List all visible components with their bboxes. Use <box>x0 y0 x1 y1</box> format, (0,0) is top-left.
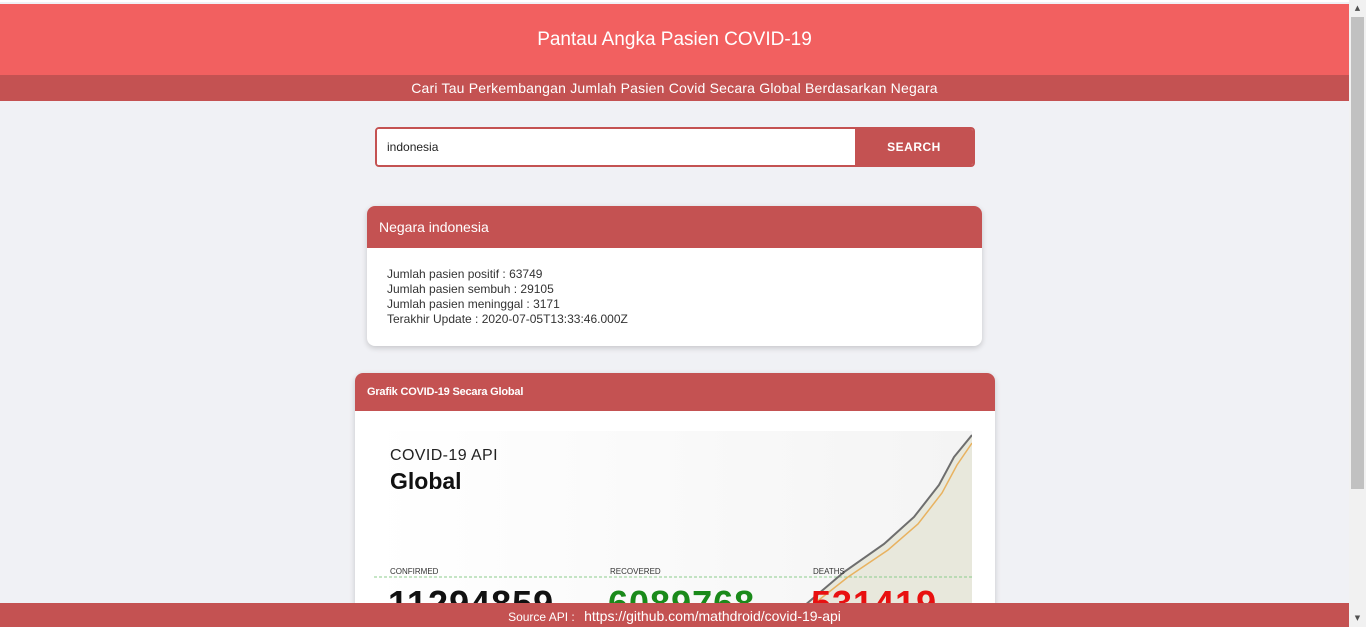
page-title: Pantau Angka Pasien COVID-19 <box>0 4 1349 75</box>
scroll-down-icon[interactable]: ▼ <box>1349 610 1366 627</box>
recovered-count: Jumlah pasien sembuh : 29105 <box>387 282 554 296</box>
global-label: Global <box>390 468 462 494</box>
search-bar: SEARCH <box>375 127 975 167</box>
last-update: Terakhir Update : 2020-07-05T13:33:46.00… <box>387 312 628 326</box>
scroll-up-icon[interactable]: ▲ <box>1349 0 1366 17</box>
page: Pantau Angka Pasien COVID-19 Cari Tau Pe… <box>0 0 1349 627</box>
api-label: COVID-19 API <box>390 447 498 464</box>
global-chart-card-title: Grafik COVID-19 Secara Global <box>355 373 995 411</box>
death-count: Jumlah pasien meninggal : 3171 <box>387 297 560 311</box>
footer: Source API : https://github.com/mathdroi… <box>0 603 1349 627</box>
search-input[interactable] <box>377 129 855 165</box>
footer-label: Source API : <box>508 610 575 624</box>
positive-count: Jumlah pasien positif : 63749 <box>387 267 543 281</box>
global-chart-card: Grafik COVID-19 Secara Global COVID-19 A… <box>355 373 995 627</box>
vertical-scrollbar[interactable]: ▲ ▼ <box>1349 0 1366 627</box>
global-chart-image: COVID-19 API Global CONFIRMED RECOVERED … <box>374 431 972 627</box>
page-subtitle: Cari Tau Perkembangan Jumlah Pasien Covi… <box>0 75 1349 101</box>
confirmed-label: CONFIRMED <box>390 567 439 576</box>
scrollbar-thumb[interactable] <box>1351 17 1364 489</box>
country-card-body: Jumlah pasien positif : 63749 Jumlah pas… <box>367 248 982 346</box>
country-card-title: Negara indonesia <box>367 206 982 248</box>
search-button[interactable]: SEARCH <box>855 129 973 165</box>
deaths-label: DEATHS <box>813 567 845 576</box>
recovered-label: RECOVERED <box>610 567 661 576</box>
country-card: Negara indonesia Jumlah pasien positif :… <box>367 206 982 346</box>
footer-link[interactable]: https://github.com/mathdroid/covid-19-ap… <box>584 608 841 624</box>
